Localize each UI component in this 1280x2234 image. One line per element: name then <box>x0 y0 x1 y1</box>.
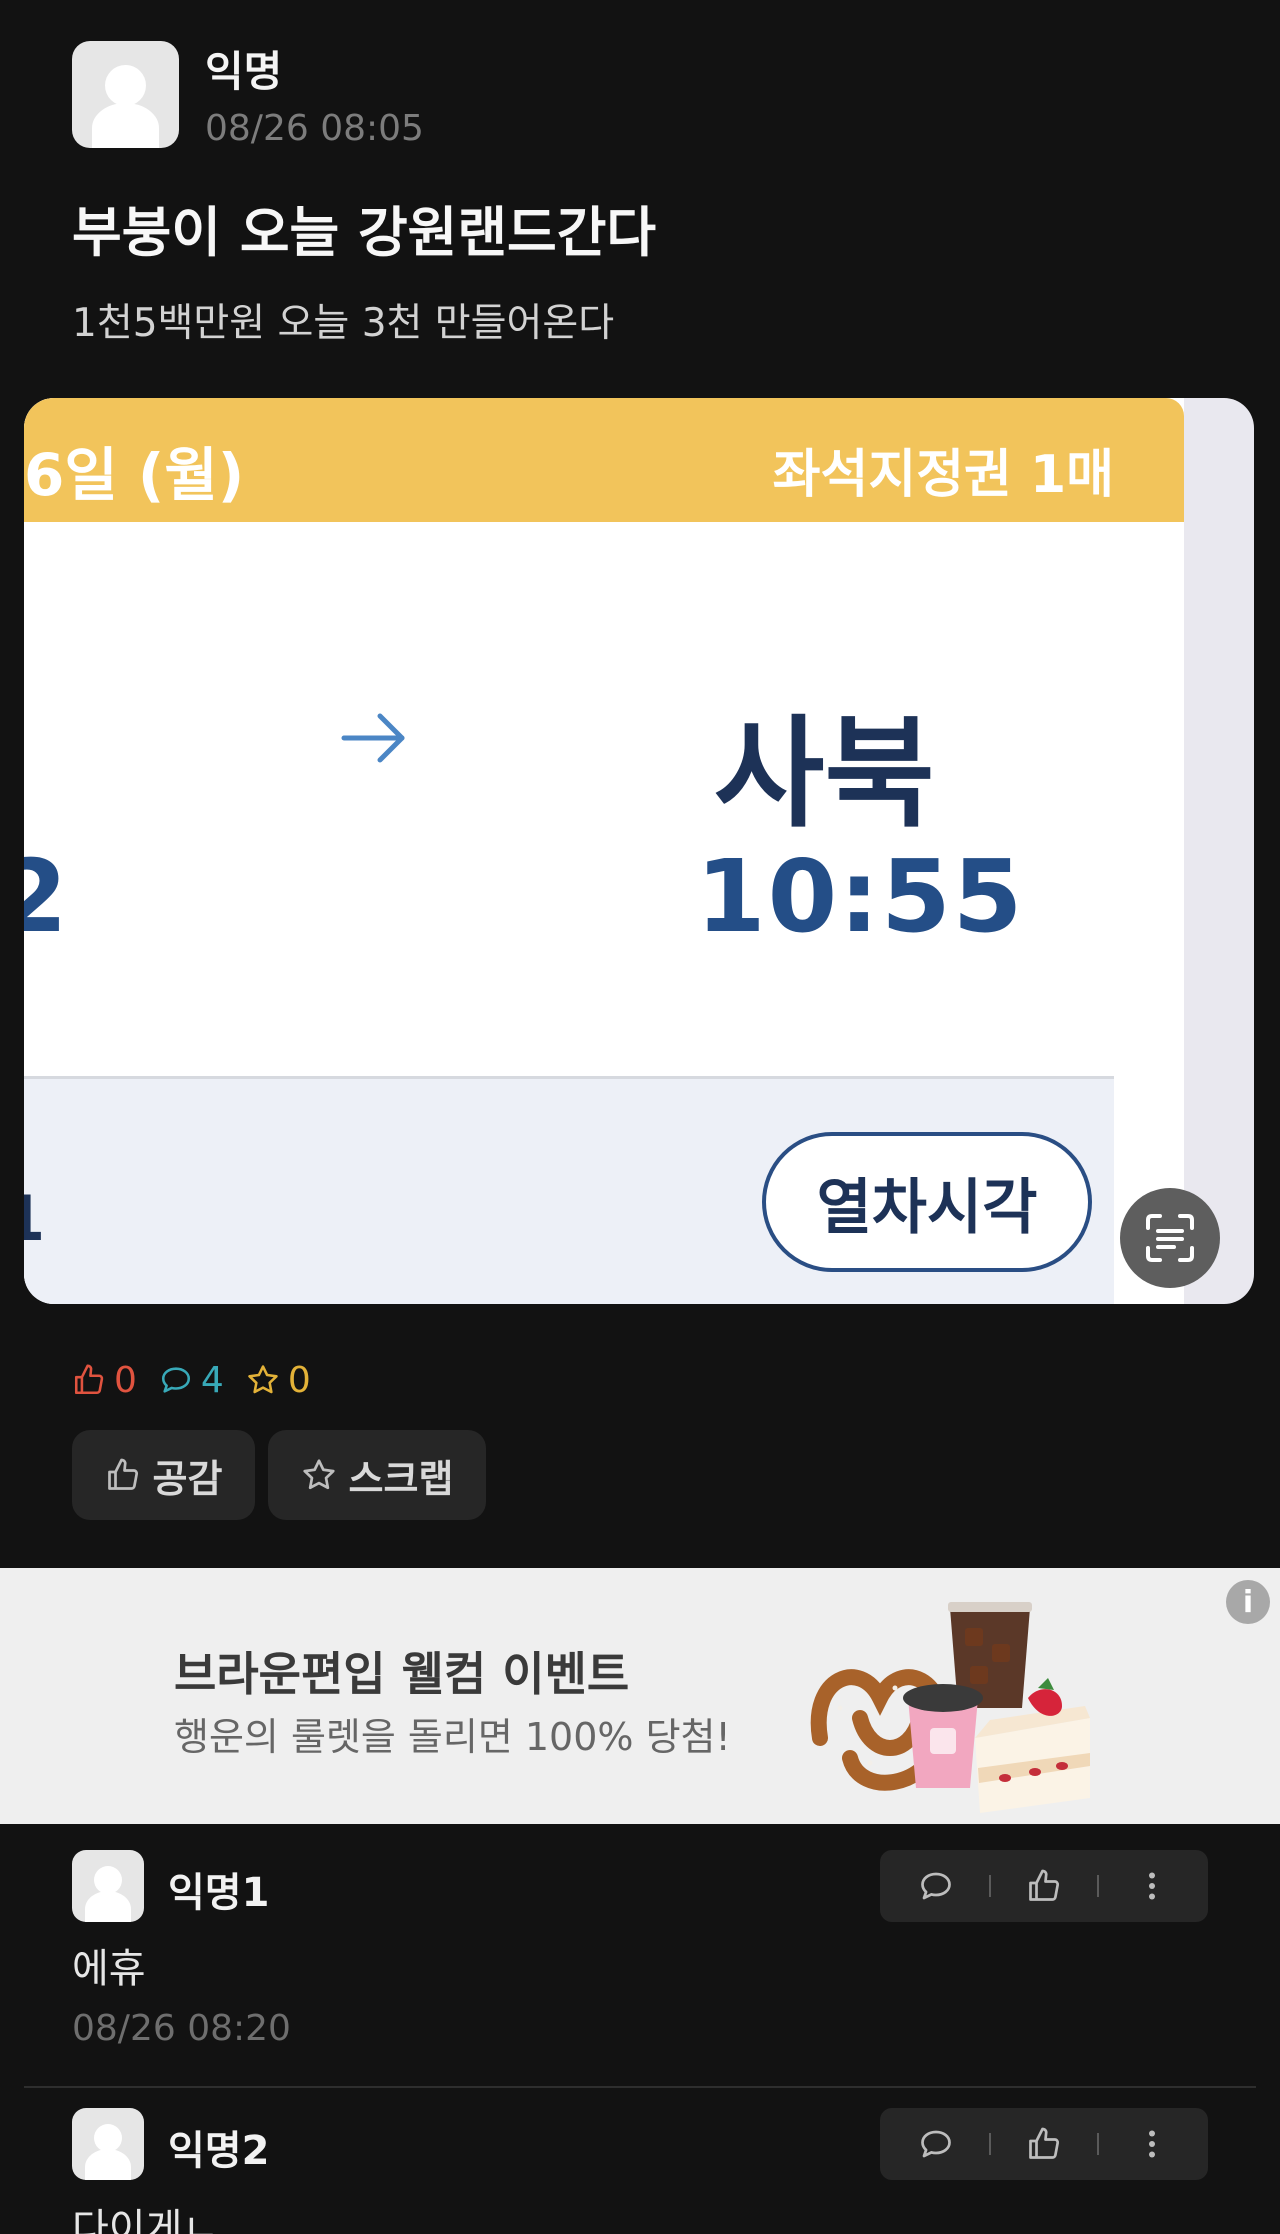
route-arrow-icon <box>341 713 405 763</box>
ad-food-illustration <box>810 1602 1090 1813</box>
author-name: 익명 <box>205 47 283 96</box>
post-body: 1천5백만원 오늘 3천 만들어온다 <box>72 301 615 346</box>
star-icon <box>248 1365 278 1394</box>
scan-icon <box>1146 1214 1194 1262</box>
divider <box>1097 2133 1100 2155</box>
timetable-button: 열차시각 <box>762 1132 1092 1272</box>
comment-text: 다이게ㄴ <box>72 2206 220 2234</box>
post-timestamp: 08/26 08:05 <box>205 108 424 149</box>
like-button[interactable]: 공감 <box>72 1430 255 1520</box>
image-scan-button[interactable] <box>1120 1188 1220 1288</box>
divider <box>988 1875 991 1897</box>
comment-avatar[interactable] <box>72 1850 144 1922</box>
scrap-button-label: 스크랩 <box>348 1456 454 1501</box>
star-icon <box>302 1459 335 1490</box>
ad-banner[interactable]: 브라운편입 웰컴 이벤트 행운의 룰렛을 돌리면 100% 당첨! i <box>0 1568 1280 1824</box>
thumbs-up-icon <box>74 1364 104 1395</box>
ticket-card: 6일 (월) 좌석지정권 1매 2 사북 10:55 1 열차시각 <box>24 398 1184 1304</box>
like-button-label: 공감 <box>152 1456 223 1501</box>
author-avatar[interactable] <box>72 41 179 148</box>
comment-action-bar <box>880 2108 1208 2180</box>
post-title: 부붕이 오늘 강원랜드간다 <box>72 201 657 264</box>
comment-action-bar <box>880 1850 1208 1922</box>
scrap-count: 0 <box>246 1360 311 1401</box>
more-vertical-icon[interactable] <box>1134 1868 1170 1904</box>
more-vertical-icon[interactable] <box>1134 2126 1170 2162</box>
divider <box>988 2133 991 2155</box>
reply-icon[interactable] <box>918 2126 954 2162</box>
departure-time-fragment: 2 <box>24 838 68 955</box>
ad-subline: 행운의 룰렛을 돌리면 100% 당첨! <box>174 1715 731 1759</box>
comment-count-value: 4 <box>200 1359 224 1401</box>
ticket-footer-fragment: 1 <box>24 1182 45 1255</box>
arrival-station: 사북 <box>714 705 935 844</box>
comment-icon <box>161 1367 190 1393</box>
ticket-header: 6일 (월) 좌석지정권 1매 <box>24 398 1184 522</box>
ticket-date: 6일 (월) <box>24 441 245 509</box>
comment-count: 4 <box>159 1360 224 1401</box>
arrival-time: 10:55 <box>696 838 1025 955</box>
ad-headline: 브라운편입 웰컴 이벤트 <box>174 1647 630 1701</box>
attached-image[interactable]: 6일 (월) 좌석지정권 1매 2 사북 10:55 1 열차시각 <box>24 398 1254 1304</box>
comment-timestamp: 08/26 08:20 <box>72 2008 291 2049</box>
comment-author: 익명1 <box>168 1870 270 1916</box>
comment-divider <box>24 2086 1256 2088</box>
like-count: 0 <box>72 1360 137 1401</box>
thumbs-up-icon[interactable] <box>1026 1868 1062 1904</box>
thumbs-up-icon[interactable] <box>1026 2126 1062 2162</box>
comment-text: 에휴 <box>72 1946 146 1992</box>
thumbs-up-icon <box>107 1458 138 1490</box>
scrap-count-value: 0 <box>287 1359 311 1401</box>
divider <box>1097 1875 1100 1897</box>
ad-info-icon[interactable]: i <box>1226 1580 1270 1624</box>
like-count-value: 0 <box>114 1359 137 1401</box>
comment-avatar[interactable] <box>72 2108 144 2180</box>
ticket-seat-info: 좌석지정권 1매 <box>772 445 1114 505</box>
reply-icon[interactable] <box>918 1868 954 1904</box>
post-stats: 0 4 0 <box>72 1356 333 1404</box>
scrap-button[interactable]: 스크랩 <box>268 1430 486 1520</box>
comment-author: 익명2 <box>168 2128 270 2174</box>
